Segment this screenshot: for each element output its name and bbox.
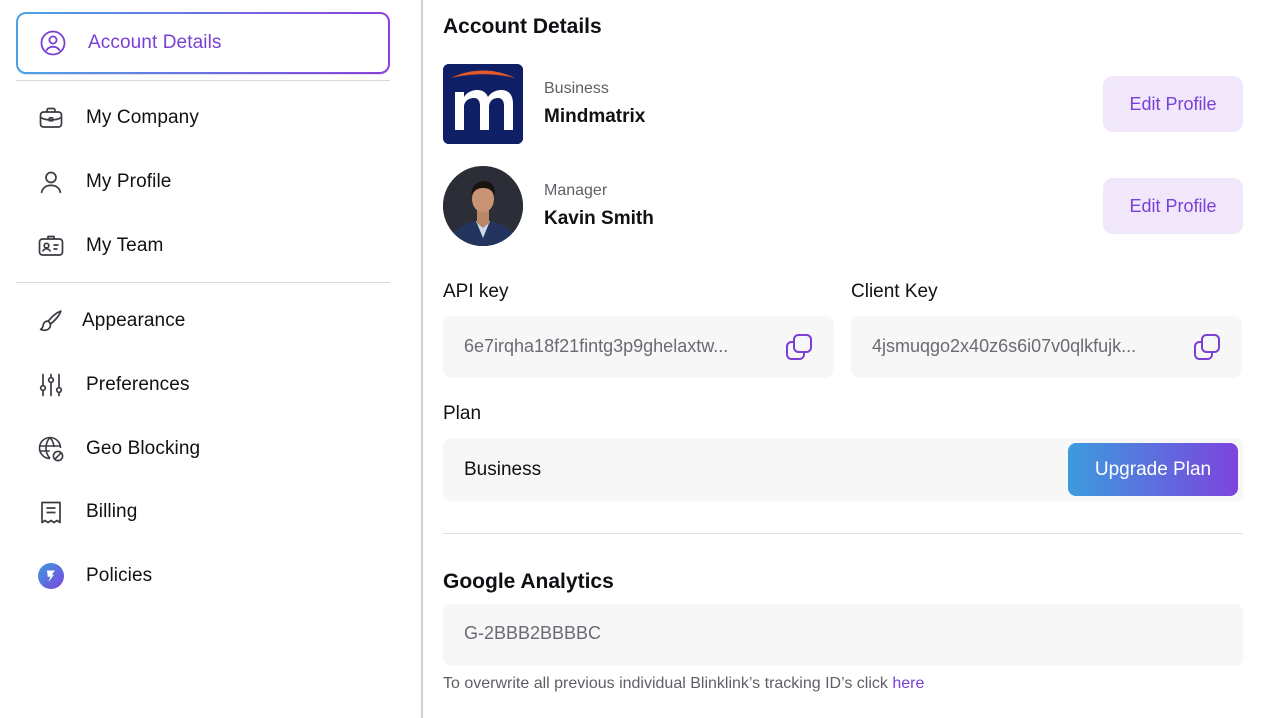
sidebar-item-label: My Company <box>86 107 199 128</box>
sidebar-item-label: Geo Blocking <box>86 438 201 459</box>
sidebar-item-label: Account Details <box>88 32 222 53</box>
google-analytics-field <box>443 604 1243 666</box>
edit-business-profile-button[interactable]: Edit Profile <box>1103 76 1243 132</box>
client-key-field: 4jsmuqgo2x40z6s6i07v0qlkfujk... <box>851 316 1242 378</box>
business-logo <box>443 64 523 144</box>
shield-badge-icon <box>36 561 66 591</box>
user-circle-icon <box>38 28 68 58</box>
google-analytics-input[interactable] <box>464 623 1204 644</box>
sidebar-item-label: Billing <box>86 501 138 522</box>
sidebar-item-label: My Profile <box>86 171 172 192</box>
paint-brush-icon <box>36 306 66 336</box>
id-card-icon <box>36 231 66 261</box>
plan-field: Business Upgrade Plan <box>443 438 1243 501</box>
sliders-icon <box>36 370 66 400</box>
copy-api-key-icon[interactable] <box>784 332 814 362</box>
tracking-note: To overwrite all previous individual Bli… <box>443 675 924 693</box>
sidebar-item-billing[interactable]: Billing <box>16 481 390 543</box>
business-role-label: Business <box>544 80 609 97</box>
user-icon <box>36 167 66 197</box>
sidebar-item-label: Preferences <box>86 374 190 395</box>
sidebar-item-label: Appearance <box>82 310 186 331</box>
sidebar-item-label: My Team <box>86 235 164 256</box>
sidebar-divider <box>16 282 390 283</box>
plan-value: Business <box>464 459 542 480</box>
client-key-label: Client Key <box>851 281 938 302</box>
business-name: Mindmatrix <box>544 106 646 127</box>
sidebar-item-my-company[interactable]: My Company <box>16 87 390 149</box>
sidebar-item-preferences[interactable]: Preferences <box>16 354 390 416</box>
copy-client-key-icon[interactable] <box>1192 332 1222 362</box>
manager-row: Manager Kavin Smith Edit Profile <box>443 166 1243 246</box>
manager-name: Kavin Smith <box>544 208 654 229</box>
receipt-icon <box>36 497 66 527</box>
sidebar-border <box>421 0 423 718</box>
sidebar-item-policies[interactable]: Policies <box>16 545 390 607</box>
plan-label: Plan <box>443 403 482 424</box>
tracking-note-link[interactable]: here <box>892 675 924 692</box>
sidebar-divider <box>16 80 390 81</box>
api-key-label: API key <box>443 281 509 302</box>
edit-manager-profile-button[interactable]: Edit Profile <box>1103 178 1243 234</box>
sidebar-item-my-team[interactable]: My Team <box>16 215 390 277</box>
upgrade-plan-button[interactable]: Upgrade Plan <box>1068 443 1238 496</box>
client-key-value: 4jsmuqgo2x40z6s6i07v0qlkfujk... <box>872 336 1137 356</box>
sidebar-item-appearance[interactable]: Appearance <box>16 290 390 352</box>
sidebar-item-my-profile[interactable]: My Profile <box>16 151 390 213</box>
sidebar: Account Details My Company My Profile My… <box>0 0 421 718</box>
globe-block-icon <box>36 434 66 464</box>
business-row: Business Mindmatrix Edit Profile <box>443 64 1243 144</box>
manager-role-label: Manager <box>544 182 608 199</box>
google-analytics-title: Google Analytics <box>443 570 614 593</box>
sidebar-item-account-details[interactable]: Account Details <box>16 12 390 74</box>
sidebar-item-label: Policies <box>86 565 153 586</box>
page-title: Account Details <box>443 15 602 38</box>
avatar <box>443 166 523 246</box>
sidebar-item-geo-blocking[interactable]: Geo Blocking <box>16 418 390 480</box>
api-key-value: 6e7irqha18f21fintg3p9ghelaxtw... <box>464 336 729 356</box>
api-key-field: 6e7irqha18f21fintg3p9ghelaxtw... <box>443 316 834 378</box>
account-details-panel: Account Details Business Mindmatrix Edit… <box>443 0 1243 718</box>
briefcase-icon <box>36 103 66 133</box>
tracking-note-text: To overwrite all previous individual Bli… <box>443 675 893 692</box>
section-divider <box>443 533 1243 534</box>
